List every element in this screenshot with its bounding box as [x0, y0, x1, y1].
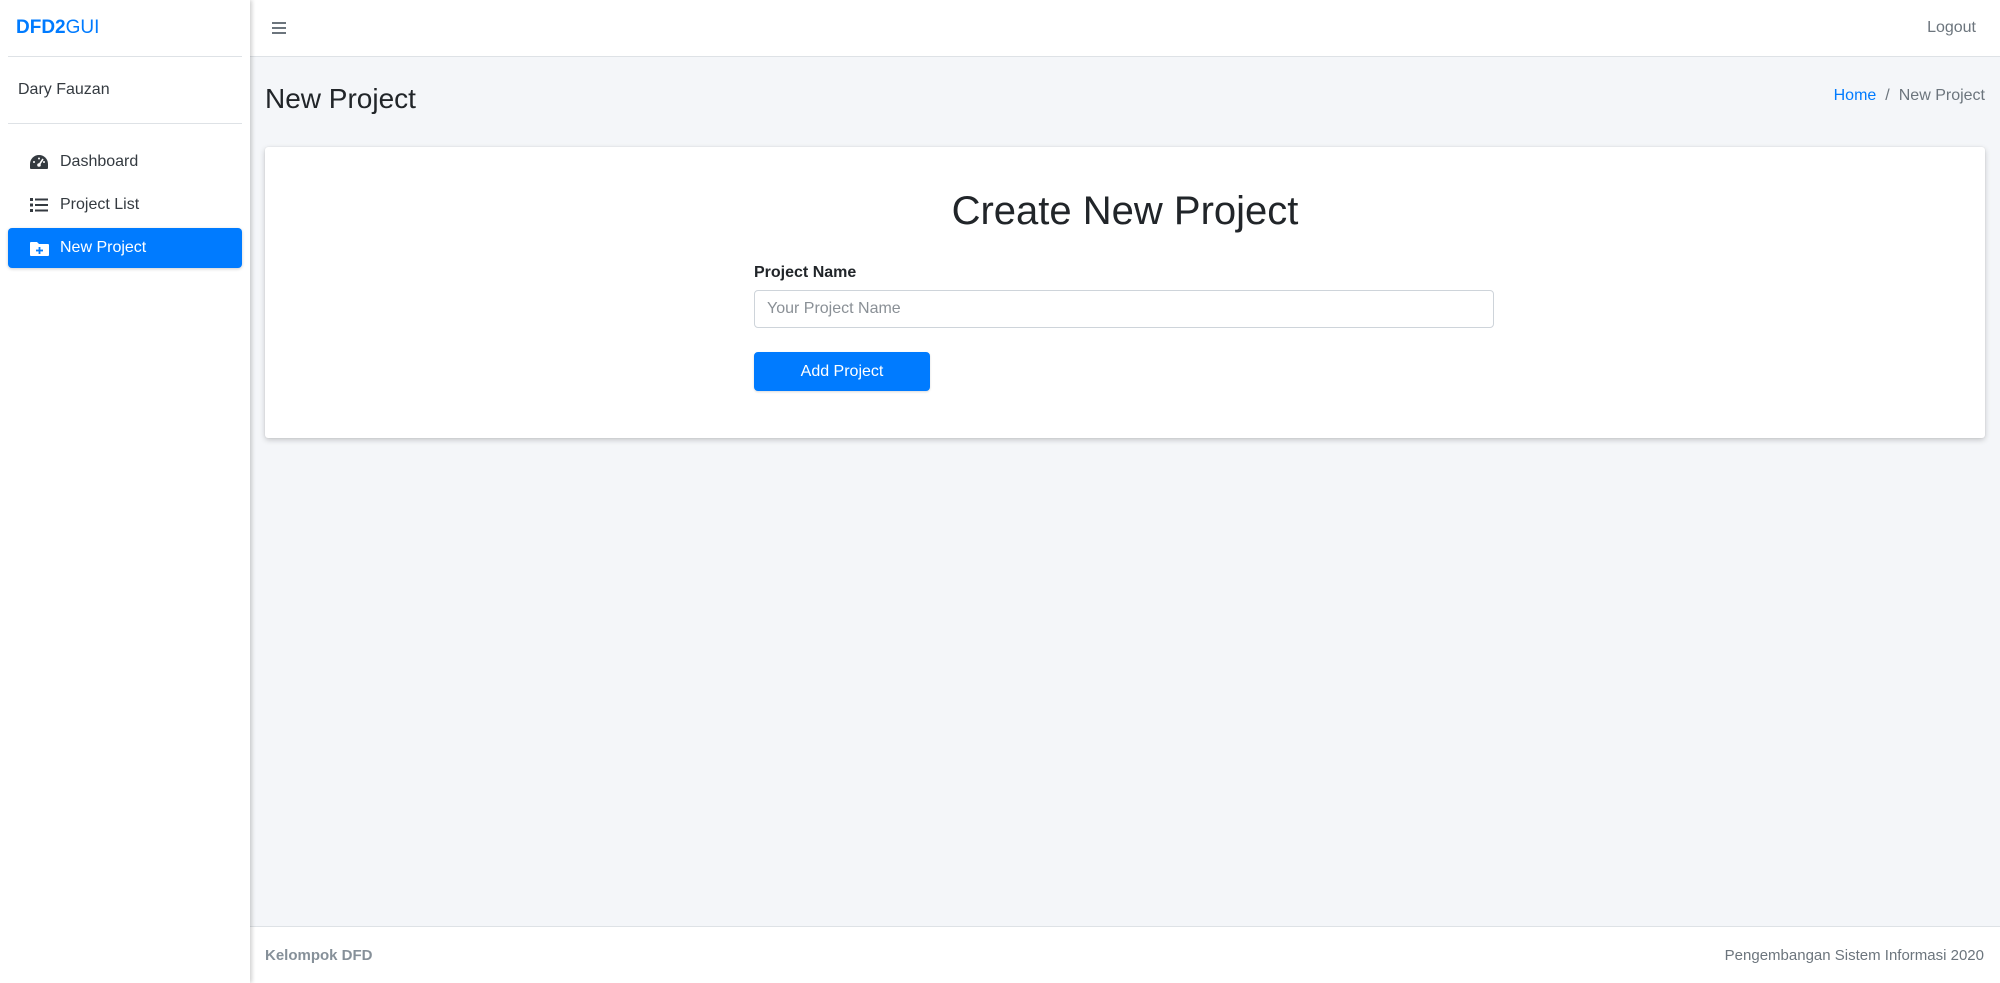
brand-logo[interactable]: DFD2 GUI	[8, 0, 242, 57]
breadcrumb-current: New Project	[1898, 87, 1985, 104]
page-title: New Project	[265, 83, 416, 114]
footer-team-name: Kelompok DFD	[265, 946, 373, 964]
footer: Kelompok DFD Pengembangan Sistem Informa…	[250, 926, 2000, 983]
top-navbar: Logout	[250, 0, 2000, 57]
project-name-input[interactable]	[754, 290, 1494, 328]
list-icon	[28, 196, 50, 214]
user-name[interactable]: Dary Fauzan	[18, 81, 110, 99]
sidebar-item-label: Dashboard	[60, 153, 139, 170]
create-project-form: Project Name Add Project	[754, 264, 1494, 391]
project-name-label: Project Name	[754, 264, 857, 281]
folder-plus-icon	[28, 239, 50, 257]
content-header: New Project Home / New Project	[265, 57, 1985, 147]
sidebar-item-new-project[interactable]: New Project	[8, 228, 242, 268]
breadcrumb: Home / New Project	[1834, 87, 1985, 105]
card-title: Create New Project	[951, 189, 1299, 233]
sidebar-item-project-list[interactable]: Project List	[8, 185, 242, 225]
sidebar-item-label: New Project	[60, 239, 147, 256]
user-panel: Dary Fauzan	[8, 57, 242, 124]
logout-link[interactable]: Logout	[1927, 19, 1976, 37]
sidebar: DFD2 GUI Dary Fauzan Dashboard Project L…	[0, 0, 250, 983]
tachometer-icon	[28, 153, 50, 171]
sidebar-item-dashboard[interactable]: Dashboard	[8, 142, 242, 182]
hamburger-icon[interactable]	[272, 22, 286, 34]
footer-course-name: Pengembangan Sistem Informasi 2020	[1724, 946, 1984, 964]
brand-bold-text: DFD2	[16, 17, 66, 38]
sidebar-nav: Dashboard Project List New Project	[0, 124, 250, 268]
sidebar-item-label: Project List	[60, 196, 140, 213]
main-content: New Project Home / New Project Create Ne…	[250, 57, 2000, 927]
add-project-button[interactable]: Add Project	[754, 352, 930, 391]
breadcrumb-separator: /	[1885, 87, 1890, 104]
brand-light-text: GUI	[65, 17, 100, 38]
breadcrumb-home-link[interactable]: Home	[1834, 87, 1877, 105]
create-project-card: Create New Project Project Name Add Proj…	[265, 147, 1985, 438]
